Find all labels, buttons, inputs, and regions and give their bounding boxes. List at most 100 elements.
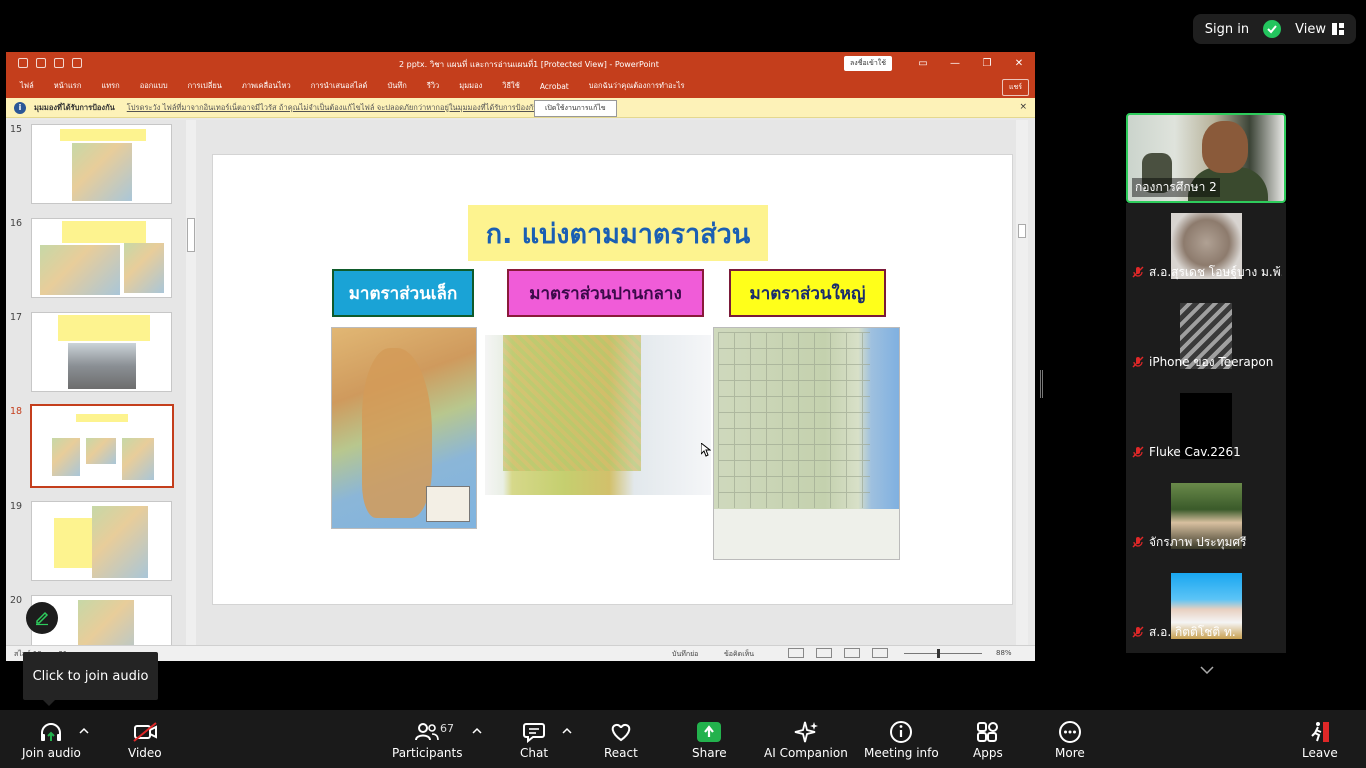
- ppt-sign-in-button[interactable]: ลงชื่อเข้าใช้: [844, 56, 892, 71]
- ribbon-tab[interactable]: แทรก: [101, 80, 119, 92]
- ribbon-tab[interactable]: บันทึก: [387, 80, 406, 92]
- ribbon-tab[interactable]: รีวิว: [427, 80, 439, 92]
- meeting-info-button[interactable]: Meeting info: [864, 720, 939, 764]
- ai-companion-button[interactable]: AI Companion: [764, 720, 848, 764]
- thumbnail-content: [60, 129, 146, 141]
- slide-scrollbar[interactable]: [1016, 120, 1028, 645]
- apps-button[interactable]: Apps: [973, 720, 1003, 764]
- join-audio-tooltip: Click to join audio: [23, 652, 158, 706]
- participant-tile[interactable]: iPhone ของ Teerapon: [1126, 293, 1286, 383]
- small-scale-map-image: [331, 327, 477, 529]
- comments-button[interactable]: ข้อคิดเห็น: [724, 649, 754, 660]
- ribbon-tab[interactable]: ออกแบบ: [140, 80, 168, 92]
- sign-in-link[interactable]: Sign in: [1205, 22, 1249, 37]
- ribbon-tab[interactable]: ภาพเคลื่อนไหว: [242, 80, 291, 92]
- splitter-handle[interactable]: [1040, 370, 1043, 398]
- more-dots-icon: [1058, 721, 1081, 743]
- protected-view-message[interactable]: โปรดระวัง ไฟล์ที่มาจากอินเทอร์เน็ตอาจมีไ…: [127, 102, 539, 114]
- ribbon-tab[interactable]: การนำเสนอสไลด์: [311, 80, 368, 92]
- slide-thumbnail[interactable]: 15: [6, 124, 186, 208]
- redo-icon[interactable]: [54, 58, 64, 68]
- video-button[interactable]: Video: [128, 720, 162, 764]
- thumbnail-preview[interactable]: [31, 124, 172, 204]
- participant-video-strip: กองการศึกษา 2 ส.อ.สุรเดช โอษฐ์บาง ม.พ้..…: [1126, 113, 1286, 653]
- slideshow-icon[interactable]: [872, 648, 888, 658]
- more-button[interactable]: More: [1055, 720, 1085, 764]
- participant-name: ส.อ. กิตติโชติ ท.: [1149, 624, 1236, 639]
- annotate-pen-button[interactable]: [26, 602, 58, 634]
- security-shield-icon[interactable]: [1263, 20, 1282, 38]
- zoom-level[interactable]: 88%: [996, 649, 1012, 657]
- ribbon-tab[interactable]: วิธีใช้: [502, 80, 520, 92]
- react-label: React: [604, 746, 638, 760]
- active-speaker-tile[interactable]: กองการศึกษา 2: [1126, 113, 1286, 203]
- ribbon-tab[interactable]: มุมมอง: [459, 80, 482, 92]
- ribbon-display-icon[interactable]: ▭: [907, 52, 939, 74]
- audio-options-caret-icon[interactable]: [79, 726, 89, 736]
- apps-label: Apps: [973, 746, 1003, 760]
- chat-button[interactable]: Chat: [520, 720, 548, 764]
- ppt-share-button[interactable]: แชร์: [1001, 79, 1029, 96]
- close-icon[interactable]: ✕: [1003, 52, 1035, 74]
- thumbnail-content: [124, 243, 164, 293]
- scroll-grip[interactable]: [187, 218, 195, 252]
- more-participants-button[interactable]: [1172, 653, 1242, 687]
- reading-view-icon[interactable]: [844, 648, 860, 658]
- participant-tile[interactable]: Fluke Cav.2261: [1126, 383, 1286, 473]
- enable-editing-button[interactable]: เปิดใช้งานการแก้ไข: [534, 100, 617, 117]
- view-button[interactable]: View: [1295, 22, 1326, 37]
- zoom-slider[interactable]: [904, 649, 982, 658]
- slide-scroll-grip[interactable]: [1018, 224, 1026, 238]
- thumbnail-content: [58, 315, 150, 341]
- slide-title: ก. แบ่งตามมาตราส่วน: [468, 205, 768, 261]
- slide-thumbnail[interactable]: 18: [6, 404, 186, 490]
- participant-tile[interactable]: ส.อ. กิตติโชติ ท.: [1126, 563, 1286, 653]
- thumbnail-preview[interactable]: [30, 404, 174, 488]
- quick-access-toolbar: [6, 58, 82, 68]
- minimize-icon[interactable]: —: [939, 52, 971, 74]
- view-buttons: [788, 648, 888, 658]
- undo-icon[interactable]: [36, 58, 46, 68]
- protected-view-bar: i มุมมองที่ได้รับการป้องกัน โปรดระวัง ไฟ…: [6, 98, 1035, 118]
- participant-tile[interactable]: จักรภาพ ประทุมศรี: [1126, 473, 1286, 563]
- share-screen-button[interactable]: Share: [692, 720, 727, 764]
- notes-button[interactable]: บันทึกย่อ: [672, 649, 698, 660]
- present-icon[interactable]: [72, 58, 82, 68]
- share-arrow-icon: [704, 725, 715, 737]
- close-bar-icon[interactable]: ×: [1019, 102, 1027, 112]
- participant-tile[interactable]: ส.อ.สุรเดช โอษฐ์บาง ม.พ้...: [1126, 203, 1286, 293]
- thumbnail-scrollbar[interactable]: [186, 120, 196, 645]
- chat-caret-icon[interactable]: [562, 726, 572, 736]
- thumbnail-preview[interactable]: [31, 218, 172, 298]
- ribbon-tab[interactable]: บอกฉันว่าคุณต้องการทำอะไร: [589, 80, 685, 92]
- headphones-icon: [41, 723, 62, 741]
- thumbnail-content: [86, 438, 116, 464]
- slide-thumbnail[interactable]: 17: [6, 312, 186, 396]
- thumbnail-content: [54, 518, 94, 568]
- ppt-window-title: 2 pptx. วิชา แผนที่ และการอ่านแผนที่1 [P…: [399, 60, 659, 69]
- ribbon-tab[interactable]: Acrobat: [540, 82, 569, 91]
- thumbnail-content: [52, 438, 80, 476]
- grid-view-icon[interactable]: [1332, 23, 1344, 35]
- ribbon-tab[interactable]: การเปลี่ยน: [188, 80, 222, 92]
- muted-mic-icon: [1132, 536, 1144, 548]
- react-button[interactable]: React: [604, 720, 638, 764]
- ribbon-tab[interactable]: หน้าแรก: [54, 80, 82, 92]
- join-audio-button[interactable]: Join audio: [22, 720, 81, 764]
- maximize-icon[interactable]: ❐: [971, 52, 1003, 74]
- zoom-meeting-window: Sign in View 2 pptx. วิชา แผนที่ และการอ…: [0, 0, 1366, 768]
- participants-caret-icon[interactable]: [472, 726, 482, 736]
- video-label: Video: [128, 746, 162, 760]
- normal-view-icon[interactable]: [788, 648, 804, 658]
- thumbnail-preview[interactable]: [31, 501, 172, 581]
- active-speaker-name: กองการศึกษา 2: [1132, 178, 1220, 197]
- ribbon-tab[interactable]: ไฟล์: [20, 80, 34, 92]
- more-label: More: [1055, 746, 1085, 760]
- slide-thumbnail[interactable]: 16: [6, 218, 186, 302]
- slide-thumbnail[interactable]: 19: [6, 501, 186, 585]
- slide-sorter-icon[interactable]: [816, 648, 832, 658]
- thumbnail-preview[interactable]: [31, 312, 172, 392]
- leave-button[interactable]: Leave: [1302, 720, 1338, 764]
- save-icon[interactable]: [18, 58, 28, 68]
- chat-label: Chat: [520, 746, 549, 760]
